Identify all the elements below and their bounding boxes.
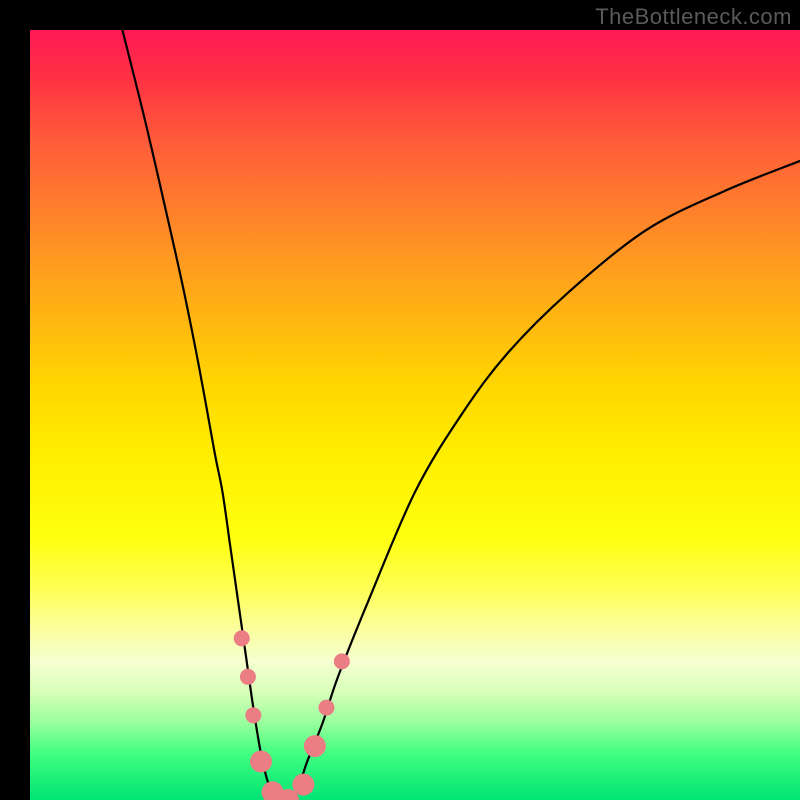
curve-marker [240, 669, 256, 685]
curve-marker [304, 735, 326, 757]
chart-plot-area [30, 30, 800, 800]
curve-marker [234, 630, 250, 646]
frame: TheBottleneck.com [0, 0, 800, 800]
curve-markers [234, 630, 350, 800]
curve-marker [245, 707, 261, 723]
watermark-label: TheBottleneck.com [595, 4, 792, 30]
curve-marker [292, 774, 314, 796]
curve-marker [318, 700, 334, 716]
chart-svg [30, 30, 800, 800]
bottleneck-curve [122, 30, 800, 800]
curve-marker [334, 653, 350, 669]
curve-marker [250, 751, 272, 773]
